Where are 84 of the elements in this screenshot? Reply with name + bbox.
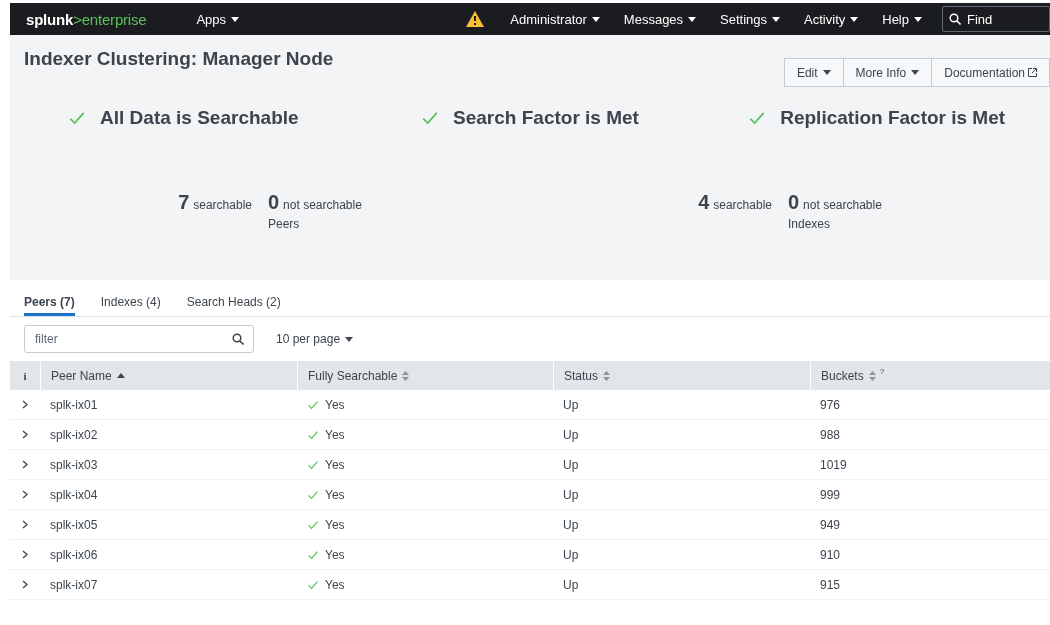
page-title: Indexer Clustering: Manager Node	[24, 48, 334, 70]
nav-menu[interactable]: Messages	[611, 11, 709, 27]
table-cell-text: Up	[562, 547, 580, 562]
help-mark[interactable]: ?	[879, 367, 885, 376]
table-cell: Yes	[325, 577, 345, 592]
find-field[interactable]: Find	[942, 6, 1050, 32]
dropdown-button[interactable]: Edit	[783, 58, 844, 87]
expand-chevron-icon[interactable]	[22, 430, 28, 439]
count-value: 0	[268, 191, 280, 213]
table-cell-text: splk-ix05	[49, 517, 99, 532]
column-header[interactable]: Buckets	[821, 368, 864, 383]
external-link-icon	[1028, 68, 1037, 77]
table-cell-text: splk-ix07	[49, 577, 99, 592]
table-cell-text: 949	[819, 517, 842, 532]
table-cell-text: Up	[562, 427, 580, 442]
table-cell-text: 988	[819, 427, 842, 442]
status-heading: All Data is Searchable	[100, 107, 299, 129]
count-label: not searchable	[283, 198, 362, 212]
expand-chevron-icon[interactable]	[22, 460, 28, 469]
caret-icon	[914, 16, 922, 22]
nav-menu[interactable]: Administrator	[498, 11, 612, 27]
table-cell: Yes	[325, 457, 345, 472]
table-cell-text: 1019	[819, 457, 848, 472]
caret-icon	[688, 16, 697, 22]
status-heading: Replication Factor is Met	[780, 107, 1006, 129]
table-cell: Yes	[325, 397, 345, 412]
table-cell: Yes	[325, 427, 345, 442]
column-header[interactable]: Peer Name	[51, 368, 112, 383]
table-cell: Yes	[325, 547, 345, 562]
dropdown-button[interactable]: More Info	[842, 58, 933, 87]
nav-menu[interactable]: Activity	[792, 11, 871, 27]
table-cell-text: Up	[562, 577, 580, 592]
warning-icon[interactable]	[466, 11, 485, 27]
nav-menu[interactable]: Settings	[708, 11, 793, 27]
caret-icon	[850, 16, 859, 22]
expand-chevron-icon[interactable]	[22, 520, 28, 529]
documentation-link[interactable]: Documentation	[931, 58, 1050, 87]
caret-icon	[772, 16, 781, 22]
caret-icon	[911, 70, 920, 75]
tab[interactable]: Indexes (4)	[100, 280, 161, 316]
count-label: searchable	[193, 198, 252, 212]
table-cell-text: splk-ix02	[49, 427, 99, 442]
table-cell-text: 915	[819, 577, 842, 592]
apps-menu[interactable]: Apps	[184, 11, 252, 27]
count-label: not searchable	[803, 198, 882, 212]
column-header[interactable]: Fully Searchable	[308, 368, 398, 383]
count-caption: Peers	[268, 217, 301, 231]
column-header[interactable]: Status	[564, 368, 599, 383]
expand-chevron-icon[interactable]	[22, 400, 28, 409]
count-value: 4	[698, 191, 710, 213]
count-label: searchable	[713, 198, 772, 212]
table-cell-text: splk-ix06	[49, 547, 99, 562]
nav-menu[interactable]: Help	[870, 11, 934, 27]
table-cell-text: 910	[819, 547, 842, 562]
table-cell-text: Up	[562, 487, 580, 502]
page-size-dropdown[interactable]: 10 per page	[270, 331, 360, 347]
splunk-logo[interactable]: splunk>enterprise	[26, 10, 147, 28]
table-cell-text: splk-ix03	[49, 457, 99, 472]
search-icon	[949, 13, 961, 25]
tab[interactable]: Peers (7)	[24, 280, 75, 316]
table-cell-text: splk-ix04	[49, 487, 99, 502]
caret-icon	[591, 16, 600, 22]
table-cell-text: splk-ix01	[49, 397, 99, 412]
table-cell-text: 999	[819, 487, 842, 502]
expand-chevron-icon[interactable]	[22, 580, 28, 589]
expand-chevron-icon[interactable]	[22, 550, 28, 559]
caret-icon	[231, 16, 240, 22]
info-column-header: i	[23, 369, 27, 382]
caret-icon	[345, 336, 354, 342]
filter-field[interactable]: filter	[24, 325, 254, 353]
table-cell-text: Up	[562, 397, 580, 412]
table-cell: Yes	[325, 517, 345, 532]
search-icon	[232, 333, 244, 345]
table-cell-text: 976	[819, 397, 842, 412]
count-value: 7	[178, 191, 190, 213]
table-cell: Yes	[325, 487, 345, 502]
tab[interactable]: Search Heads (2)	[186, 280, 281, 316]
status-heading: Search Factor is Met	[453, 107, 639, 129]
table-cell-text: Up	[562, 517, 580, 532]
caret-icon	[822, 70, 831, 75]
count-caption: Indexes	[788, 217, 831, 231]
expand-chevron-icon[interactable]	[22, 490, 28, 499]
table-cell-text: Up	[562, 457, 580, 472]
count-value: 0	[788, 191, 800, 213]
